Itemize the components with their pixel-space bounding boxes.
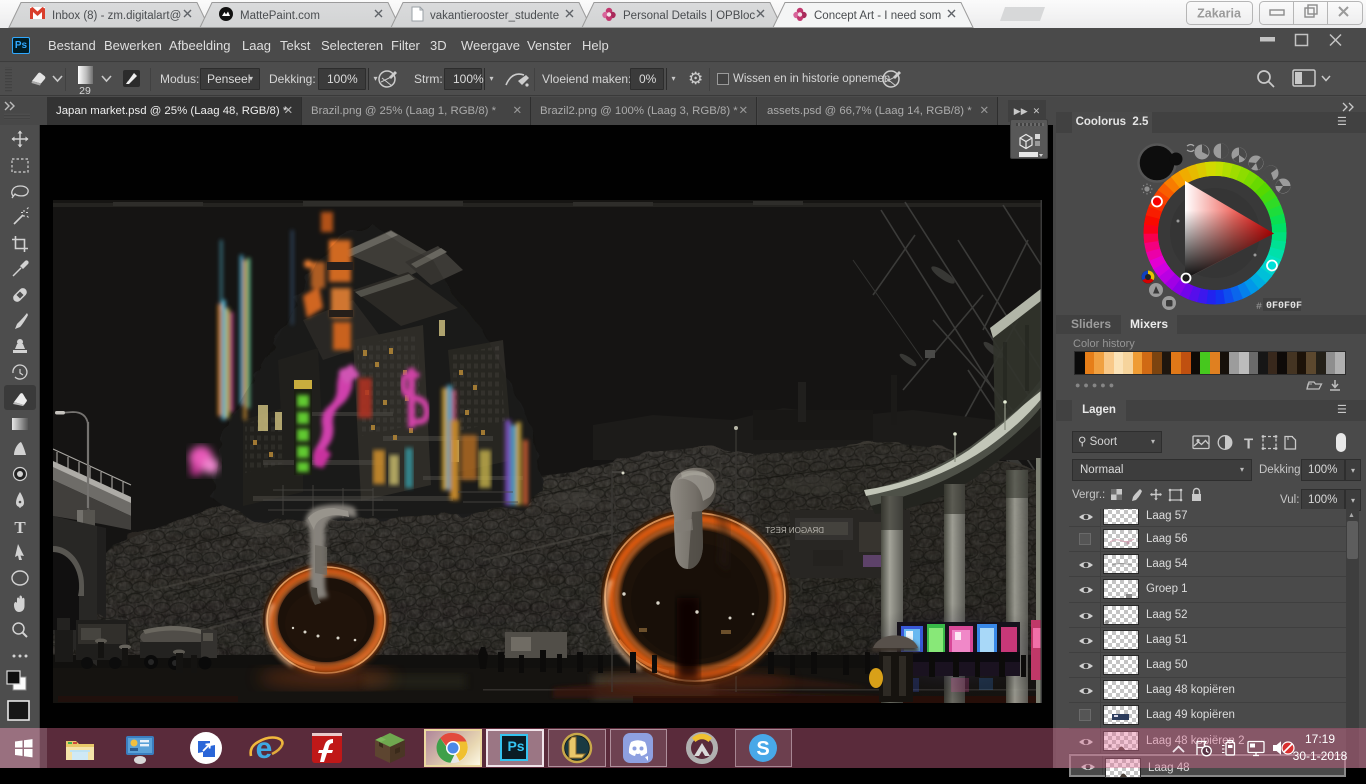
svg-text:DRAGON REST: DRAGON REST xyxy=(765,526,824,535)
svg-text:Inbox (8) - zm.digitalart@: Inbox (8) - zm.digitalart@ xyxy=(52,10,181,22)
svg-text:Concept Art - I need som: Concept Art - I need som xyxy=(814,10,941,22)
svg-text:Personal Details | OPBloc: Personal Details | OPBloc xyxy=(623,10,755,22)
svg-text:29: 29 xyxy=(79,85,91,96)
svg-text:T: T xyxy=(14,518,26,537)
svg-text:#: # xyxy=(1256,302,1262,313)
svg-text:S: S xyxy=(756,738,769,760)
svg-text:T: T xyxy=(1244,436,1253,453)
svg-text:0F0F0F: 0F0F0F xyxy=(1266,301,1302,312)
svg-text:Zakaria: Zakaria xyxy=(1197,7,1242,21)
svg-text:MattePaint.com: MattePaint.com xyxy=(240,10,320,22)
svg-text:vakantierooster_studente: vakantierooster_studente xyxy=(430,10,559,22)
